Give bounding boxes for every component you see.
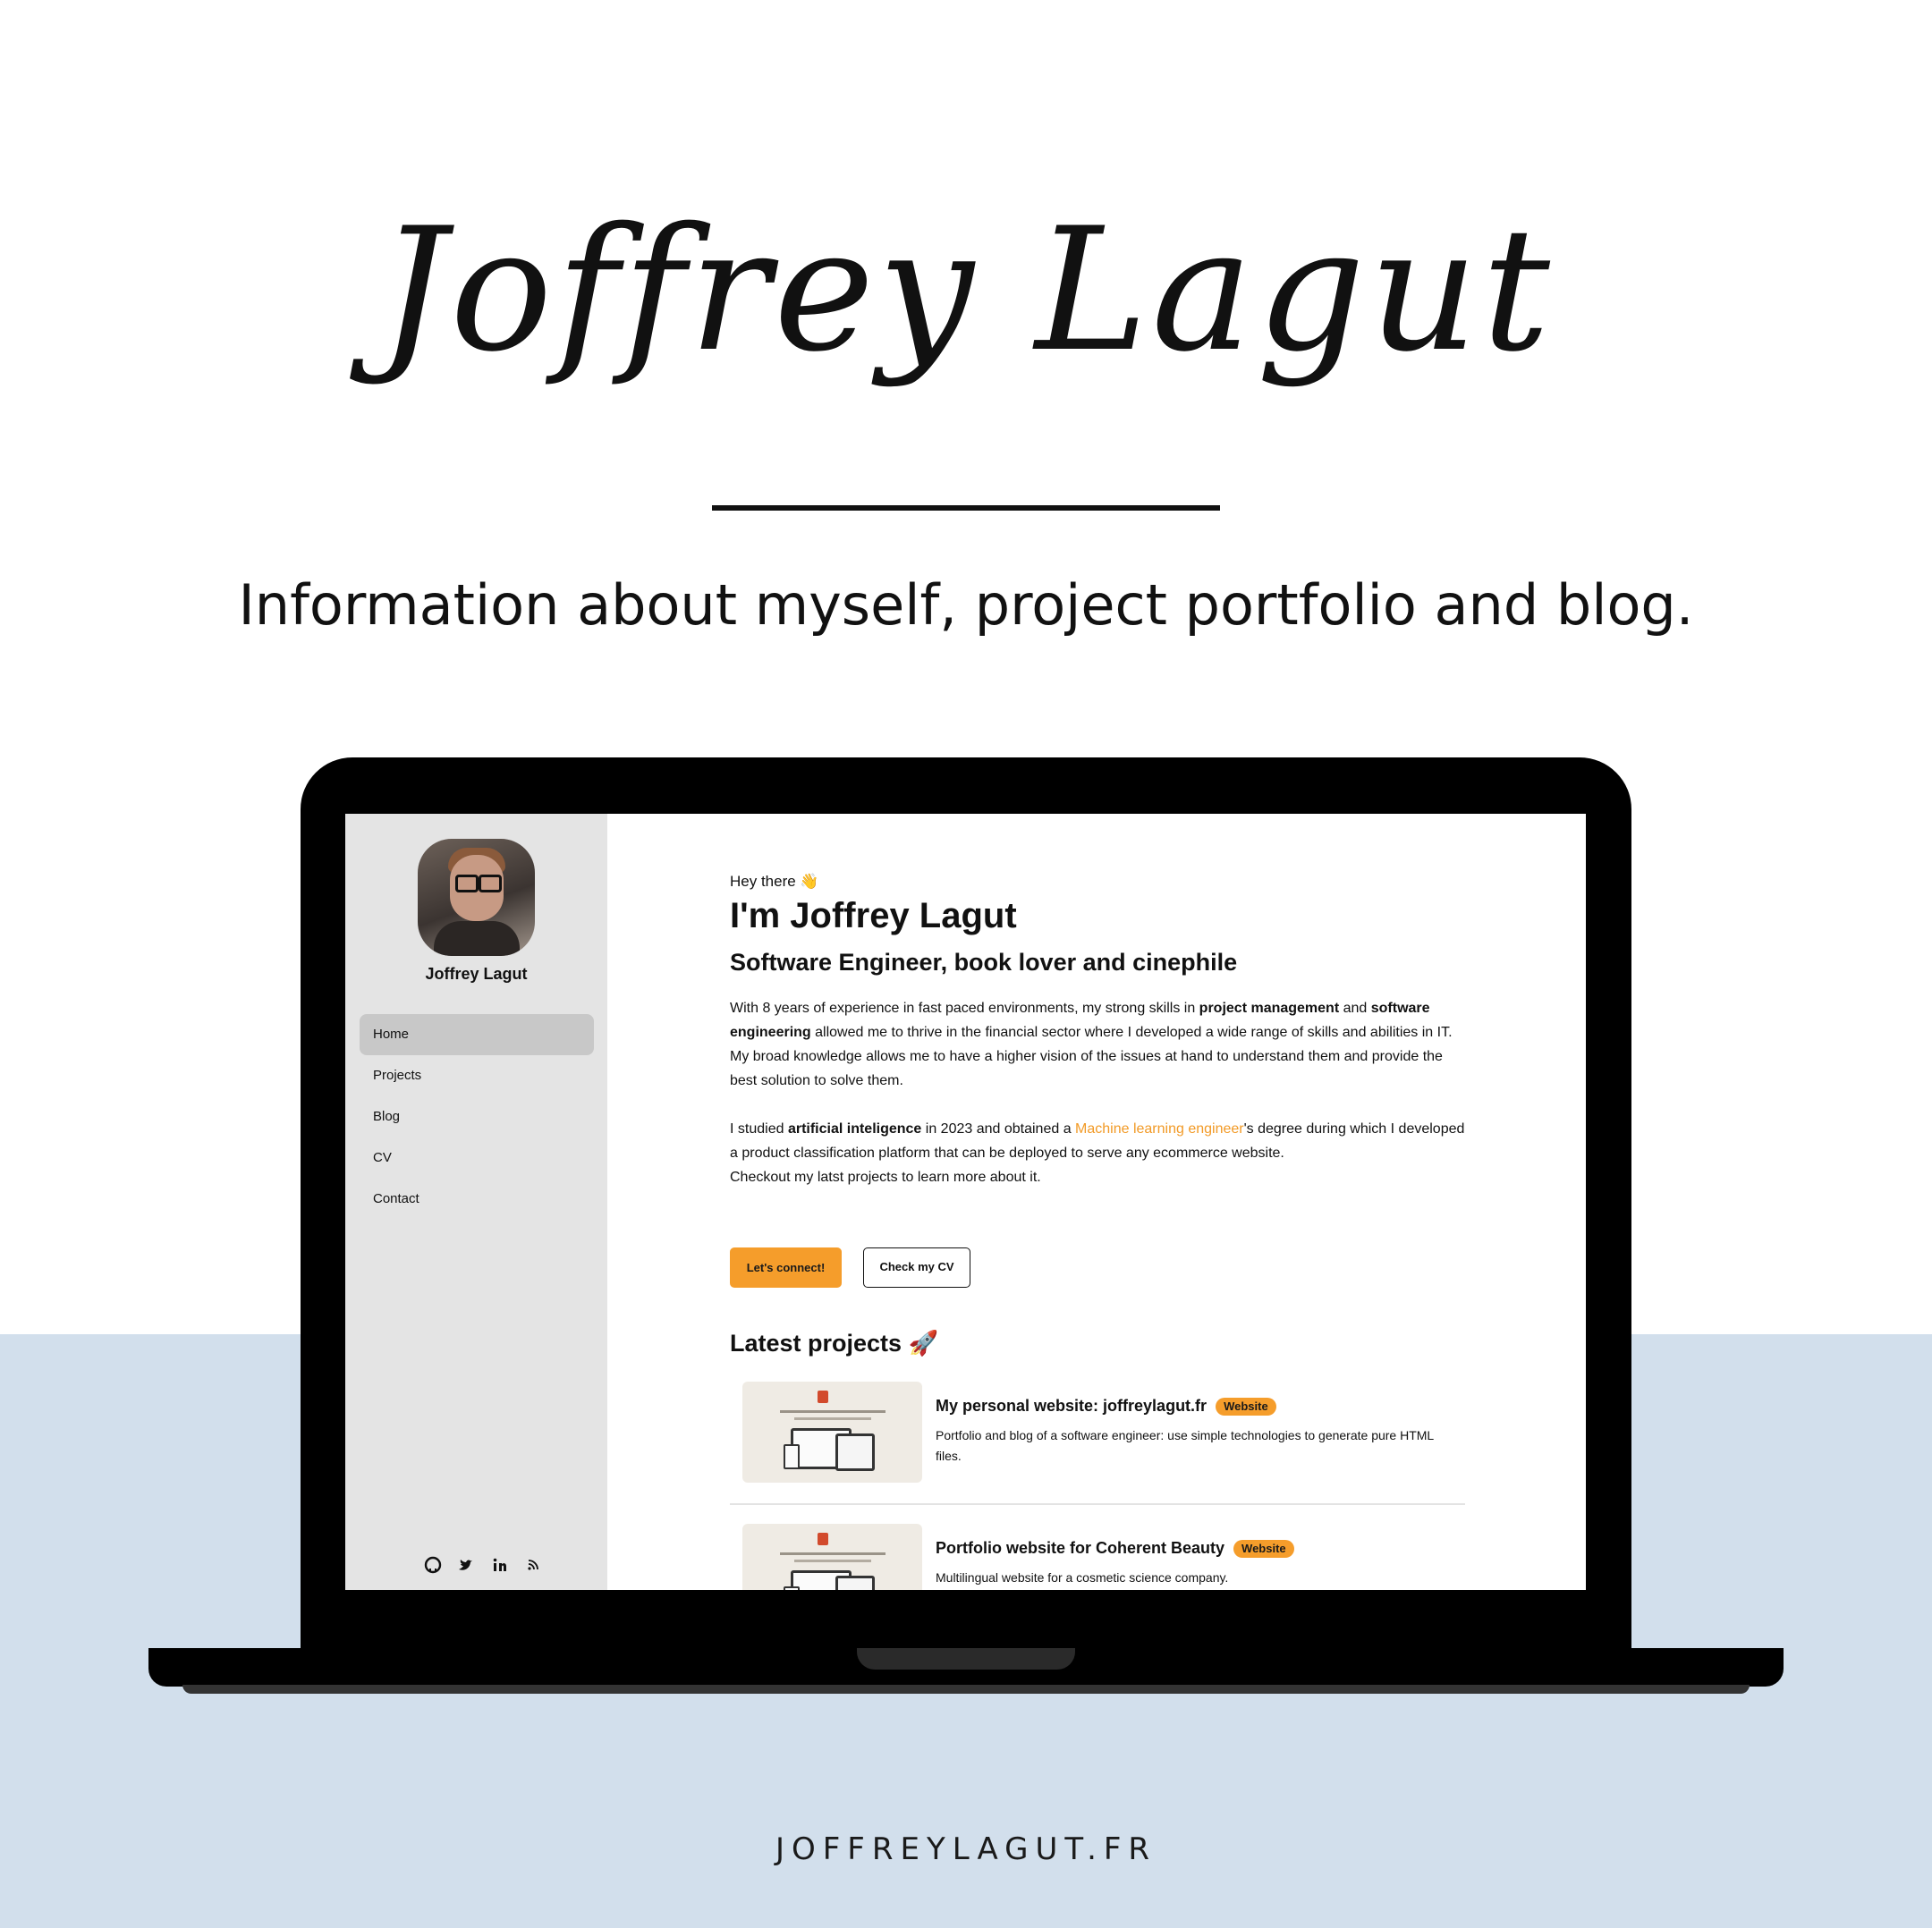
sidebar-nav: Home Projects Blog CV Contact bbox=[360, 1014, 594, 1220]
project-title: My personal website: joffreylagut.fr Webs… bbox=[936, 1397, 1276, 1416]
page-subtitle: Software Engineer, book lover and cineph… bbox=[730, 949, 1238, 976]
project-badge: Website bbox=[1233, 1540, 1294, 1559]
latest-projects-heading: Latest projects 🚀 bbox=[730, 1330, 939, 1357]
degree-link[interactable]: Machine learning engineer bbox=[1075, 1121, 1244, 1137]
project-description: Multilingual website for a cosmetic scie… bbox=[936, 1570, 1229, 1585]
sidebar: Joffrey Lagut Home Projects Blog CV Cont… bbox=[345, 814, 607, 1590]
footer-url: JOFFREYLAGUT.FR bbox=[775, 1831, 1157, 1867]
project-divider bbox=[730, 1503, 1465, 1505]
project-card[interactable]: My personal website: joffreylagut.fr Webs… bbox=[742, 1382, 1467, 1484]
social-links bbox=[424, 1554, 542, 1576]
project-title: Portfolio website for Coherent Beauty Web… bbox=[936, 1539, 1294, 1559]
project-thumbnail bbox=[742, 1382, 922, 1483]
greeting: Hey there 👋 bbox=[730, 873, 819, 890]
nav-item-blog[interactable]: Blog bbox=[360, 1096, 594, 1137]
nav-item-projects[interactable]: Projects bbox=[360, 1055, 594, 1096]
nav-item-home[interactable]: Home bbox=[360, 1014, 594, 1055]
nav-item-cv[interactable]: CV bbox=[360, 1137, 594, 1179]
check-cv-button[interactable]: Check my CV bbox=[863, 1247, 970, 1288]
laptop-screen: Joffrey Lagut Home Projects Blog CV Cont… bbox=[345, 814, 1586, 1590]
sidebar-name: Joffrey Lagut bbox=[425, 965, 528, 983]
tagline: Information about myself, project portfo… bbox=[238, 572, 1694, 638]
rss-icon[interactable] bbox=[524, 1556, 542, 1574]
project-card[interactable]: Portfolio website for Coherent Beauty Web… bbox=[742, 1524, 1467, 1590]
connect-button[interactable]: Let's connect! bbox=[730, 1247, 842, 1288]
signature-title: Joffrey Lagut bbox=[378, 191, 1554, 389]
title-underline bbox=[712, 505, 1220, 511]
github-icon[interactable] bbox=[424, 1556, 442, 1574]
avatar bbox=[418, 839, 535, 956]
project-badge: Website bbox=[1216, 1398, 1276, 1416]
linkedin-icon[interactable] bbox=[491, 1556, 509, 1574]
page-title: I'm Joffrey Lagut bbox=[730, 896, 1017, 935]
intro-text: With 8 years of experience in fast paced… bbox=[730, 1001, 1465, 1185]
laptop-base-shadow bbox=[182, 1685, 1750, 1694]
project-thumbnail bbox=[742, 1524, 922, 1590]
nav-item-contact[interactable]: Contact bbox=[360, 1179, 594, 1220]
laptop-notch bbox=[857, 1648, 1075, 1670]
twitter-icon[interactable] bbox=[457, 1556, 475, 1574]
project-description: Portfolio and blog of a software enginee… bbox=[936, 1428, 1434, 1463]
